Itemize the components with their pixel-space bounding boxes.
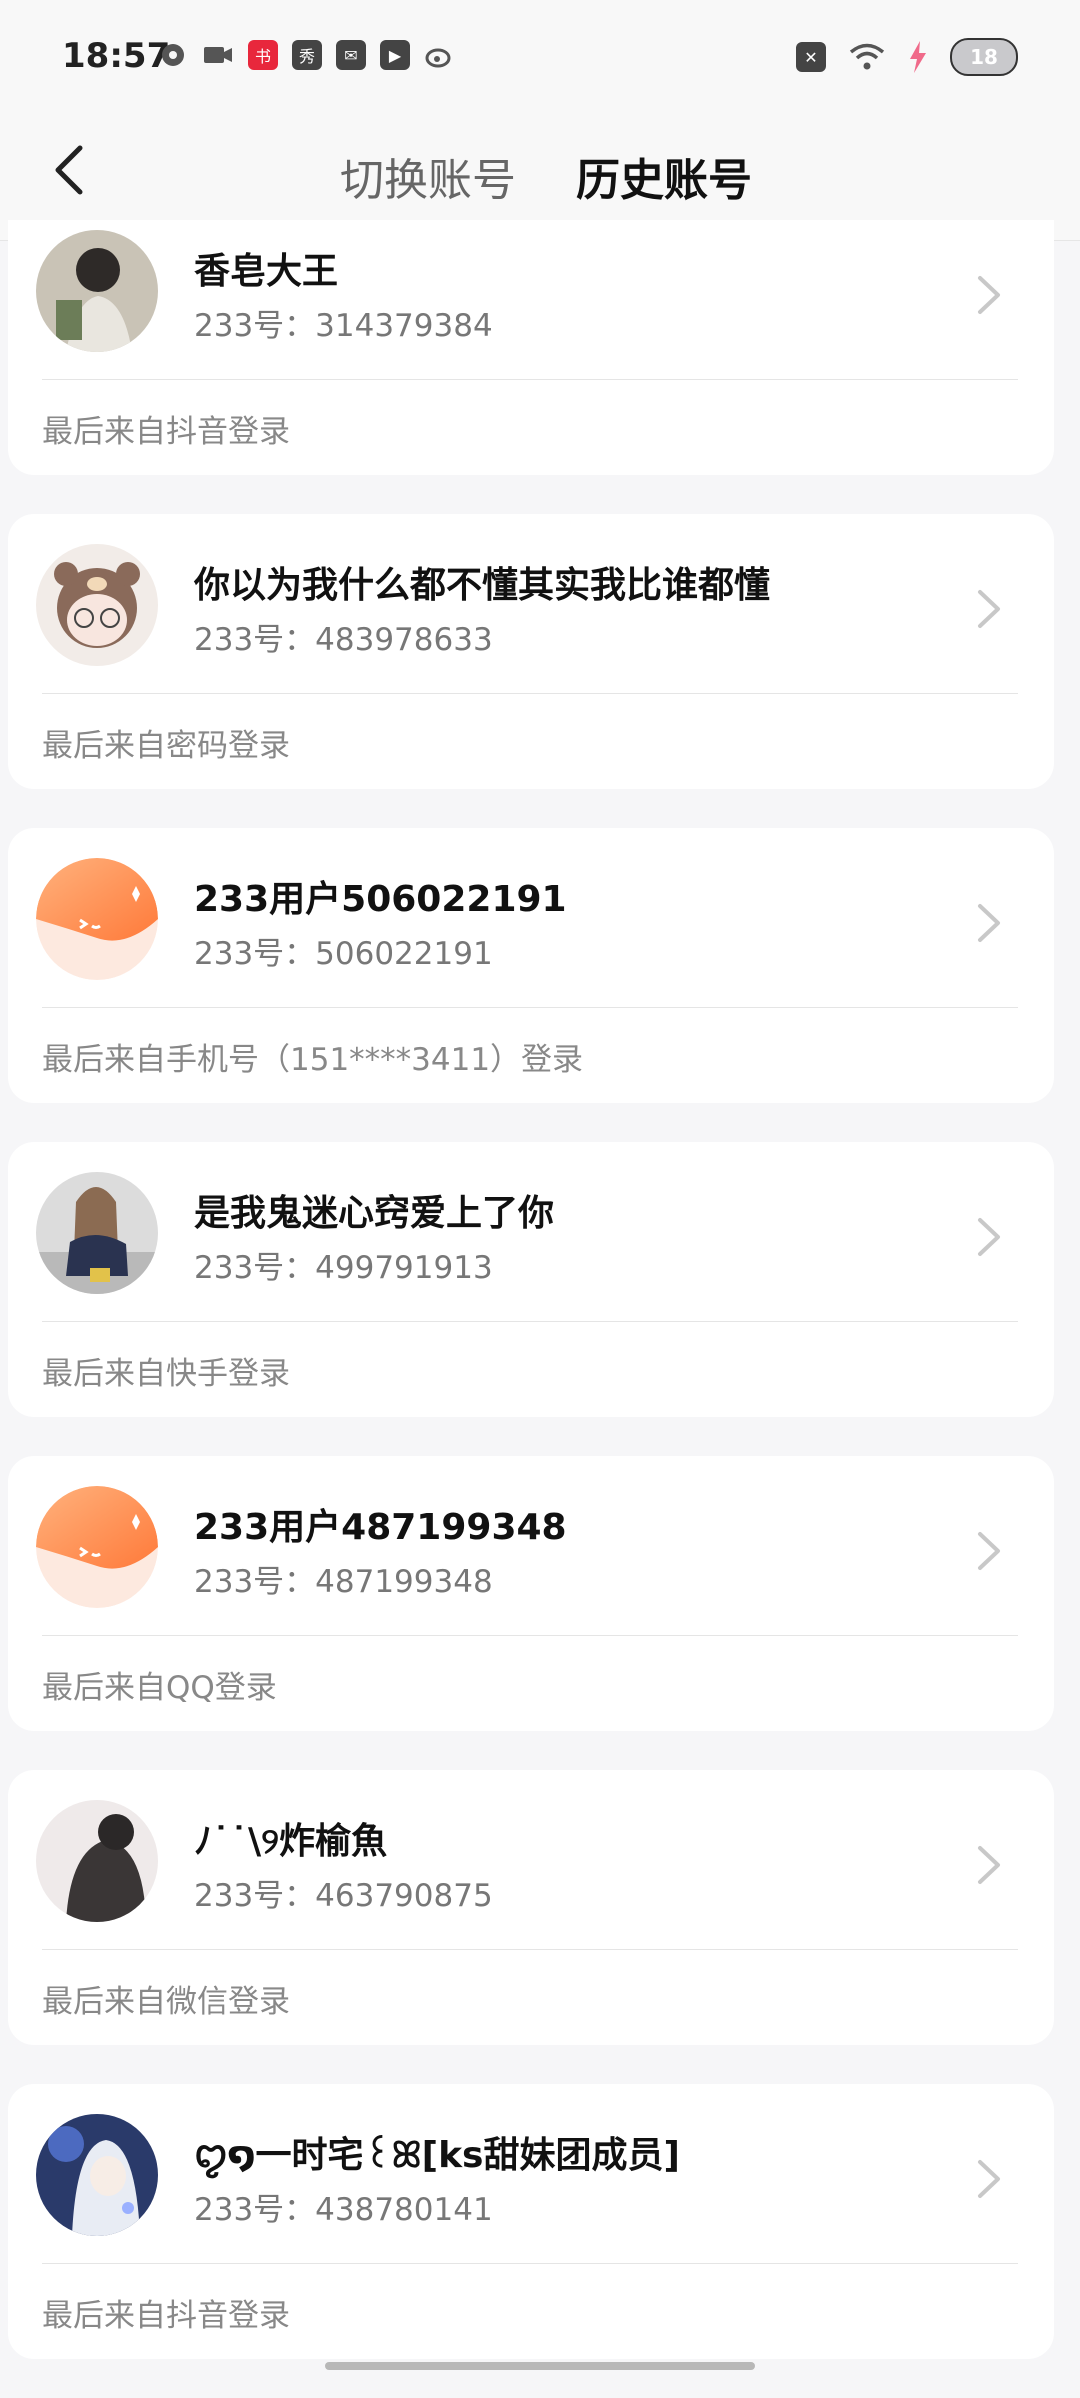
divider: [42, 1635, 1018, 1636]
divider: [42, 1949, 1018, 1950]
chevron-right-icon: [978, 1846, 1000, 1884]
chevron-right-icon: [978, 2160, 1000, 2198]
chevron-right-icon: [978, 904, 1000, 942]
account-number: 233号：314379384: [194, 308, 493, 344]
tab-history-account[interactable]: 历史账号: [576, 144, 752, 208]
chevron-right-icon: [978, 276, 1000, 314]
mail-app-icon: ✉: [336, 40, 366, 70]
last-login-source: 最后来自微信登录: [42, 1984, 290, 2020]
divider: [42, 1007, 1018, 1008]
chevron-right-icon: [978, 1218, 1000, 1256]
notification-icons: 书 秀 ✉ ▶: [158, 40, 456, 70]
account-card[interactable]: ꨄ໑一时宅꒰ꕤ[ks甜妹团成员] 233号：438780141 最后来自抖音登录: [8, 2084, 1054, 2359]
account-number: 233号：438780141: [194, 2192, 493, 2228]
account-name: 233用户487199348: [194, 1507, 567, 1548]
last-login-source: 最后来自QQ登录: [42, 1670, 277, 1706]
account-name: 233用户506022191: [194, 879, 567, 920]
default-orange-avatar: [36, 1486, 158, 1608]
wifi-icon: [849, 43, 885, 70]
sim-off-icon: ✕: [796, 42, 826, 72]
settings-icon: [162, 44, 184, 66]
last-login-source: 最后来自快手登录: [42, 1356, 290, 1392]
account-number: 233号：483978633: [194, 622, 493, 658]
status-time: 18:57: [62, 36, 171, 76]
default-orange-avatar: [36, 858, 158, 980]
account-card[interactable]: ﾉ˙˙\୨炸榆魚 233号：463790875 最后来自微信登录: [8, 1770, 1054, 2045]
anime-avatar: [36, 2114, 158, 2236]
account-card[interactable]: 香皂大王 233号：314379384 最后来自抖音登录: [8, 220, 1054, 475]
xiu-app-icon: 秀: [292, 40, 322, 70]
video-app-icon: ▶: [380, 40, 410, 70]
divider: [42, 693, 1018, 694]
account-name: ﾉ˙˙\୨炸榆魚: [194, 1821, 388, 1862]
xiaohongshu-icon: 书: [248, 40, 278, 70]
account-name: 你以为我什么都不懂其实我比谁都懂: [194, 565, 771, 606]
chevron-right-icon: [978, 590, 1000, 628]
video-icon: [204, 47, 232, 63]
account-name: 香皂大王: [194, 251, 339, 292]
tab-switch-account[interactable]: 切换账号: [340, 144, 516, 208]
status-bar: 18:57 书 秀 ✉ ▶ ✕ 18: [0, 0, 1080, 110]
last-login-source: 最后来自密码登录: [42, 728, 290, 764]
photo-avatar-girl: [36, 230, 158, 352]
divider: [42, 2263, 1018, 2264]
last-login-source: 最后来自手机号（151****3411）登录: [42, 1042, 584, 1078]
last-login-source: 最后来自抖音登录: [42, 414, 290, 450]
divider: [42, 379, 1018, 380]
account-number: 233号：487199348: [194, 1564, 493, 1600]
battery-indicator: 18: [950, 38, 1018, 76]
home-indicator[interactable]: [325, 2362, 755, 2370]
account-name: 是我鬼迷心窍爱上了你: [194, 1193, 555, 1234]
chevron-right-icon: [978, 1532, 1000, 1570]
account-list: 香皂大王 233号：314379384 最后来自抖音登录 你以为我什么都不懂其实…: [8, 220, 1054, 2398]
photo-avatar-hoodie: [36, 1800, 158, 1922]
weibo-icon: [425, 48, 451, 68]
account-card[interactable]: 是我鬼迷心窍爱上了你 233号：499791913 最后来自快手登录: [8, 1142, 1054, 1417]
system-status-icons: ✕ 18: [796, 38, 1018, 76]
bear-girl-avatar: [36, 544, 158, 666]
account-card[interactable]: 233用户487199348 233号：487199348 最后来自QQ登录: [8, 1456, 1054, 1731]
photo-avatar-girl-sitting: [36, 1172, 158, 1294]
last-login-source: 最后来自抖音登录: [42, 2298, 290, 2334]
account-number: 233号：499791913: [194, 1250, 493, 1286]
divider: [42, 1321, 1018, 1322]
charging-icon: [910, 41, 926, 73]
account-name: ꨄ໑一时宅꒰ꕤ[ks甜妹团成员]: [194, 2135, 680, 2176]
account-card[interactable]: 233用户506022191 233号：506022191 最后来自手机号（15…: [8, 828, 1054, 1103]
account-number: 233号：506022191: [194, 936, 493, 972]
account-card[interactable]: 你以为我什么都不懂其实我比谁都懂 233号：483978633 最后来自密码登录: [8, 514, 1054, 789]
back-arrow-icon[interactable]: [46, 140, 96, 200]
account-number: 233号：463790875: [194, 1878, 493, 1914]
